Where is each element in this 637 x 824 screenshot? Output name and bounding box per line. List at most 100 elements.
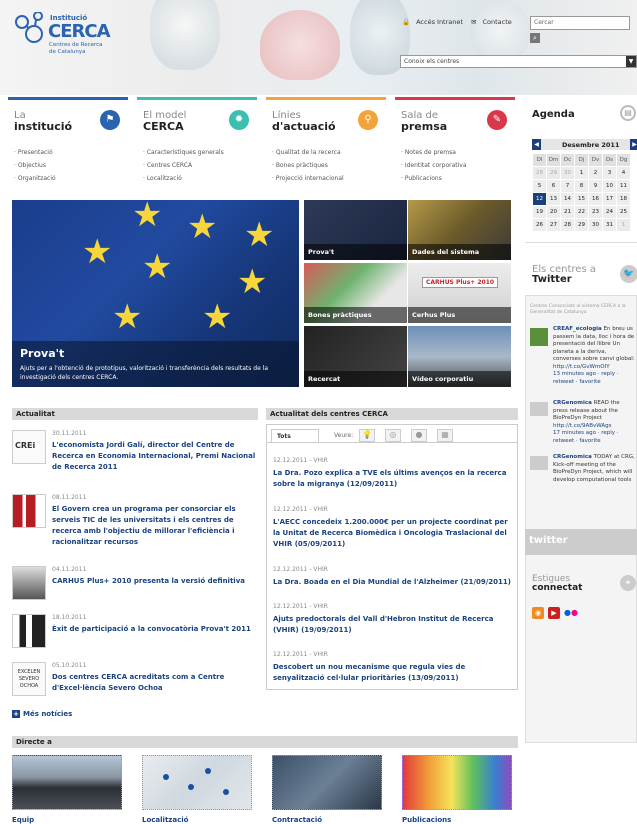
globe-icon[interactable]: ◎ [385,429,401,442]
calendar-day[interactable]: 15 [574,192,589,206]
news-title[interactable]: CARHUS Plus+ 2010 presenta la versió def… [52,576,245,587]
news-title[interactable]: Ajuts predoctorals del Vall d'Hebron Ins… [273,614,513,636]
calendar-day[interactable]: 31 [602,218,617,232]
calendar-day[interactable]: 28 [532,166,547,180]
tweet-link[interactable]: http://t.co/GvWmOIY [553,364,635,372]
calendar-day[interactable]: 22 [574,205,589,219]
centre-news-item[interactable]: 12.12.2011 - VHIR L'AECC concedeix 1.200… [273,506,513,550]
centre-news-item[interactable]: 12.12.2011 - VHIR Descobert un nou mecan… [273,651,513,684]
nav-link[interactable]: · Centres CERCA [143,159,257,172]
calendar-day[interactable]: 3 [602,166,617,180]
news-item[interactable]: 04.11.2011 CARHUS Plus+ 2010 presenta la… [12,566,257,600]
news-item[interactable]: 08.11.2011 El Govern crea un programa pe… [12,494,257,562]
twitter-footer-logo[interactable]: twitter [525,529,637,555]
calendar-day[interactable]: 29 [546,166,561,180]
contact-link[interactable]: Contacte [482,18,511,26]
avatar[interactable] [530,328,548,346]
calendar-day[interactable]: 24 [602,205,617,219]
nav-link[interactable]: · Bones pràctiques [272,159,386,172]
thumb-recercat[interactable]: Recercat [304,326,407,387]
nav-link[interactable]: · Presentació [14,146,128,159]
news-title[interactable]: Èxit de participació a la convocatòria P… [52,624,251,635]
calendar-day[interactable]: 1 [574,166,589,180]
calendar-day[interactable]: 6 [546,179,561,193]
calendar-day[interactable]: 23 [588,205,603,219]
news-title[interactable]: El Govern crea un programa per consorcia… [52,504,257,548]
directe-item-publicacions[interactable]: Publicacions [402,755,512,824]
news-title[interactable]: Dos centres CERCA acreditats com a Centr… [52,672,257,694]
book-icon[interactable]: ▦ [437,429,453,442]
calendar-day[interactable]: 18 [616,192,631,206]
calendar-day[interactable]: 16 [588,192,603,206]
news-title[interactable]: La Dra. Pozo explica a TVE els últims av… [273,468,513,490]
centres-select[interactable]: Conoix els centres ▼ [400,55,637,68]
thumb-provat[interactable]: Prova't [304,200,407,260]
centre-news-item[interactable]: 12.12.2011 - VHIR Ajuts predoctorals del… [273,603,513,636]
calendar-day[interactable]: 19 [532,205,547,219]
next-month-icon[interactable]: ▶ [630,139,637,150]
thumb-cerhus[interactable]: CARHUS Plus+ 2010 Cerhus Plus [408,263,511,323]
nav-link[interactable]: · Localització [143,172,257,185]
news-title[interactable]: Descobert un nou mecanisme que regula vi… [273,662,513,684]
feature-banner[interactable]: ★ ★ ★ ★ ★ ★ ★ ★ Prova't Ajuts per a l'ob… [12,200,299,387]
tweet-user[interactable]: CRGenomica [553,400,592,406]
nav-link[interactable]: · Notes de premsa [401,146,515,159]
avatar[interactable] [530,456,548,470]
nav-link[interactable]: · Característiques generals [143,146,257,159]
thumb-video[interactable]: Vídeo corporatiu [408,326,511,387]
news-title[interactable]: L'economista Jordi Galí, director del Ce… [52,440,257,473]
tweet-link[interactable]: http://t.co/9ABvWAgs [553,423,635,431]
nav-link[interactable]: · Organització [14,172,128,185]
intranet-link[interactable]: Accés Intranet [416,18,463,26]
news-item[interactable]: CREi 30.11.2011 L'economista Jordi Galí,… [12,430,257,478]
avatar[interactable] [530,402,548,416]
thumb-dades[interactable]: Dades del sistema [408,200,511,260]
tweet-meta[interactable]: 17 minutes ago · reply · retweet · favor… [553,430,635,445]
calendar-day[interactable]: 7 [560,179,575,193]
centre-news-item[interactable]: 12.12.2011 - VHIR La Dra. Pozo explica a… [273,457,513,490]
calendar-day[interactable]: 25 [616,205,631,219]
bulb-icon[interactable]: 💡 [359,429,375,442]
calendar-day[interactable]: 29 [574,218,589,232]
nav-link[interactable]: · Publicacions [401,172,515,185]
calendar-day[interactable]: 11 [616,179,631,193]
calendar-day[interactable]: 2 [588,166,603,180]
calendar-day[interactable]: 30 [588,218,603,232]
news-item[interactable]: 18.10.2011 Èxit de participació a la con… [12,614,257,648]
calendar-day[interactable]: 14 [560,192,575,206]
calendar-day[interactable]: 20 [546,205,561,219]
nav-link[interactable]: · Projecció internacional [272,172,386,185]
rss-icon[interactable]: ◉ [532,607,544,619]
news-title[interactable]: L'AECC concedeix 1.200.000€ per un proje… [273,517,513,550]
calendar-day[interactable]: 30 [560,166,575,180]
nav-link[interactable]: · Objectius [14,159,128,172]
nav-link[interactable]: · Qualitat de la recerca [272,146,386,159]
tab-all[interactable]: Tots [271,429,319,442]
news-item[interactable]: EXCELEN SEVERO OCHOA 05.10.2011 Dos cent… [12,662,257,702]
calendar-day[interactable]: 10 [602,179,617,193]
calendar-day[interactable]: 21 [560,205,575,219]
calendar-day[interactable]: 4 [616,166,631,180]
logo[interactable]: Institució CERCA Centres de Recerca de C… [12,11,112,70]
tweet-user[interactable]: CREAF_ecologia [553,326,602,332]
search-icon[interactable]: ⌕ [530,33,540,43]
calendar-day[interactable]: 12 [532,192,547,206]
tweet-user[interactable]: CRGenomica [553,454,592,460]
calendar-day[interactable]: 17 [602,192,617,206]
thumb-bones[interactable]: Bones pràctiques [304,263,407,323]
calendar-day[interactable]: 28 [560,218,575,232]
prev-month-icon[interactable]: ◀ [532,139,541,150]
youtube-icon[interactable]: ▶ [548,607,560,619]
directe-item-contractacio[interactable]: Contractació [272,755,382,824]
calendar-day[interactable]: 27 [546,218,561,232]
more-news-link[interactable]: + Més notícies [12,710,72,718]
flickr-icon[interactable]: ●● [564,607,578,619]
directe-item-localitzacio[interactable]: Localització [142,755,252,824]
tweet-meta[interactable]: 13 minutes ago · reply · retweet · favor… [553,371,635,386]
calendar-day[interactable]: 1 [616,218,631,232]
centre-news-item[interactable]: 12.12.2011 - VHIR La Dra. Boada en el Di… [273,566,513,588]
calendar-day[interactable]: 26 [532,218,547,232]
directe-item-equip[interactable]: Equip [12,755,122,824]
nav-link[interactable]: · Identitat corporativa [401,159,515,172]
calendar-day[interactable]: 8 [574,179,589,193]
